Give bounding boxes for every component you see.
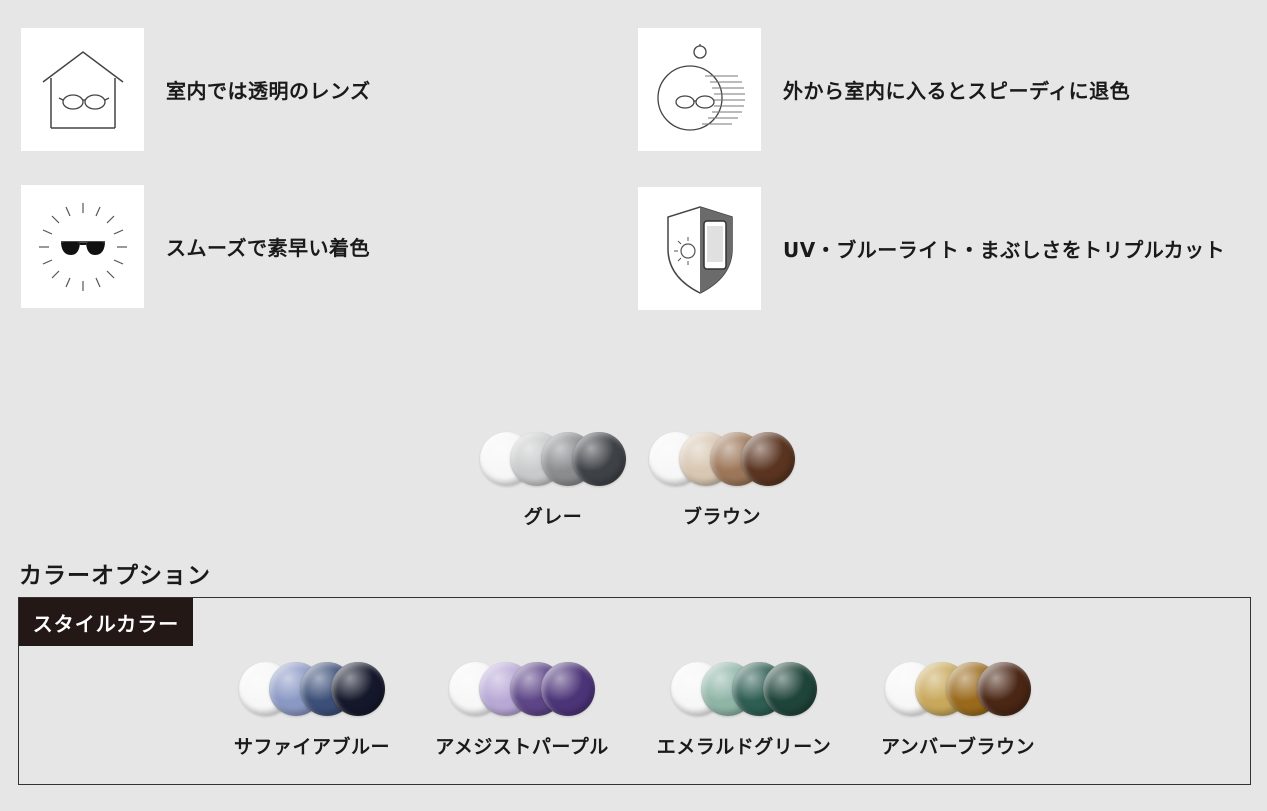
- lens-color-brown: ブラウン: [639, 432, 805, 529]
- lens-swatches: [671, 662, 817, 718]
- feature-label: UV・ブルーライト・まぶしさをトリプルカット: [783, 238, 1226, 262]
- lens-color-name: ブラウン: [682, 506, 761, 528]
- style-color-tag: スタイルカラー: [19, 598, 193, 646]
- lens-swatches: [649, 432, 795, 488]
- sun-sunglasses-icon: [21, 185, 144, 308]
- lens-color-name: アンバーブラウン: [880, 736, 1036, 758]
- style-color-box: スタイルカラー サファイアブルー アメジストパープル エメラルドグリーン アンバ…: [18, 597, 1251, 785]
- lens-swatches: [239, 662, 385, 718]
- lens-swatches: [885, 662, 1031, 718]
- lens-swatch: [763, 662, 817, 716]
- lens-swatch: [977, 662, 1031, 716]
- feature-triple-cut: UV・ブルーライト・まぶしさをトリプルカット: [638, 187, 1225, 310]
- lens-color-gray: グレー: [470, 432, 636, 529]
- feature-quick-tint: スムーズで素早い着色: [21, 185, 370, 308]
- lens-swatches: [449, 662, 595, 718]
- lens-swatch: [331, 662, 385, 716]
- feature-fast-fade: 外から室内に入るとスピーディに退色: [638, 28, 1130, 151]
- lens-color-name: エメラルドグリーン: [656, 736, 832, 758]
- feature-label: 室内では透明のレンズ: [166, 79, 371, 103]
- feature-clear-indoors: 室内では透明のレンズ: [21, 28, 371, 151]
- lens-swatches: [480, 432, 626, 488]
- lens-swatch: [541, 662, 595, 716]
- color-option-title: カラーオプション: [19, 563, 211, 589]
- feature-label: スムーズで素早い着色: [166, 236, 370, 260]
- lens-color-sapphire-blue: サファイアブルー: [229, 662, 395, 759]
- house-eyeglasses-icon: [21, 28, 144, 151]
- feature-label: 外から室内に入るとスピーディに退色: [783, 79, 1131, 103]
- lens-swatch: [572, 432, 626, 486]
- lens-color-name: サファイアブルー: [233, 736, 390, 758]
- shield-phone-icon: [638, 187, 761, 310]
- lens-color-name: グレー: [523, 506, 583, 528]
- lens-color-amethyst-purple: アメジストパープル: [432, 662, 612, 759]
- lens-color-amber-brown: アンバーブラウン: [875, 662, 1041, 759]
- lens-color-name: アメジストパープル: [435, 736, 609, 758]
- lens-color-emerald-green: エメラルドグリーン: [652, 662, 836, 759]
- stopwatch-eyeglasses-icon: [638, 28, 761, 151]
- lens-swatch: [741, 432, 795, 486]
